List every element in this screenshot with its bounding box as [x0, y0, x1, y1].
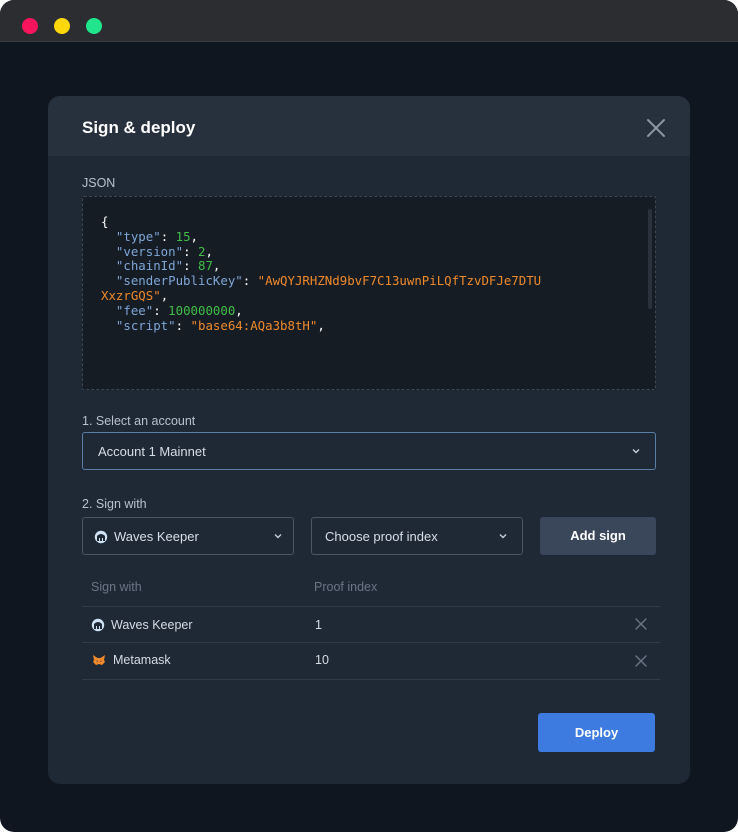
- code-val-senderpk-1: "AwQYJRHZNd9bvF7C13uwnPiLQfTzvDFJe7DTU: [257, 273, 542, 289]
- window-titlebar: [0, 0, 738, 42]
- account-label: 1. Select an account: [82, 414, 196, 428]
- dialog-title: Sign & deploy: [82, 118, 196, 137]
- signer-select[interactable]: Waves Keeper: [82, 517, 294, 555]
- row-signer: Metamask: [113, 653, 171, 667]
- table-header-sign-with: Sign with: [91, 580, 142, 594]
- chevron-down-icon: [274, 534, 282, 539]
- proof-index-select[interactable]: Choose proof index: [311, 517, 523, 555]
- sign-deploy-dialog: Sign & deploy JSON { "type": 15, "versio…: [48, 96, 690, 784]
- deploy-button[interactable]: Deploy: [538, 713, 655, 752]
- account-select-value: Account 1 Mainnet: [98, 444, 206, 459]
- remove-sign-icon[interactable]: [635, 655, 647, 667]
- dialog-header: Sign & deploy: [48, 96, 690, 156]
- table-header-proof-index: Proof index: [314, 580, 378, 594]
- sign-with-label: 2. Sign with: [82, 497, 147, 511]
- code-val-script: "base64:AQa3b8tH": [190, 317, 318, 333]
- account-select[interactable]: Account 1 Mainnet: [82, 432, 656, 470]
- row-proof-index: 1: [315, 618, 322, 632]
- minimize-window-dot[interactable]: [54, 18, 70, 34]
- code-key-chainid: "chainId": [115, 258, 184, 274]
- code-open-brace: {: [101, 214, 109, 229]
- code-scrollbar[interactable]: [648, 209, 652, 309]
- code-val-type: 15: [175, 228, 191, 244]
- chevron-down-icon: [632, 449, 640, 454]
- chevron-down-icon: [499, 534, 507, 539]
- maximize-window-dot[interactable]: [86, 18, 102, 34]
- code-key-fee: "fee": [115, 302, 154, 318]
- row-signer: Waves Keeper: [111, 618, 193, 632]
- waves-keeper-icon: [91, 618, 105, 632]
- code-key-type: "type": [115, 228, 161, 244]
- table-divider: [82, 642, 660, 643]
- code-key-version: "version": [115, 243, 184, 259]
- code-val-senderpk-2: XxzrGQS": [101, 287, 161, 303]
- signer-select-value: Waves Keeper: [114, 529, 199, 544]
- metamask-icon: [93, 655, 105, 665]
- json-code-editor[interactable]: { "type": 15, "version": 2, "chainId": 8…: [82, 196, 656, 390]
- code-val-chainid: 87: [197, 258, 213, 274]
- proof-index-placeholder: Choose proof index: [325, 529, 438, 544]
- code-key-script: "script": [115, 317, 176, 333]
- json-label: JSON: [82, 176, 116, 190]
- table-divider: [82, 679, 660, 680]
- close-icon[interactable]: [646, 118, 666, 138]
- code-val-version: 2: [197, 243, 206, 259]
- row-proof-index: 10: [315, 653, 329, 667]
- app-window: Sign & deploy JSON { "type": 15, "versio…: [0, 0, 738, 832]
- add-sign-button[interactable]: Add sign: [540, 517, 656, 555]
- remove-sign-icon[interactable]: [635, 618, 647, 630]
- close-window-dot[interactable]: [22, 18, 38, 34]
- json-code: { "type": 15, "version": 2, "chainId": 8…: [101, 214, 542, 333]
- code-key-senderpk: "senderPublicKey": [115, 273, 243, 289]
- table-divider: [82, 606, 660, 607]
- code-val-fee: 100000000: [168, 302, 236, 318]
- waves-keeper-icon: [94, 530, 108, 544]
